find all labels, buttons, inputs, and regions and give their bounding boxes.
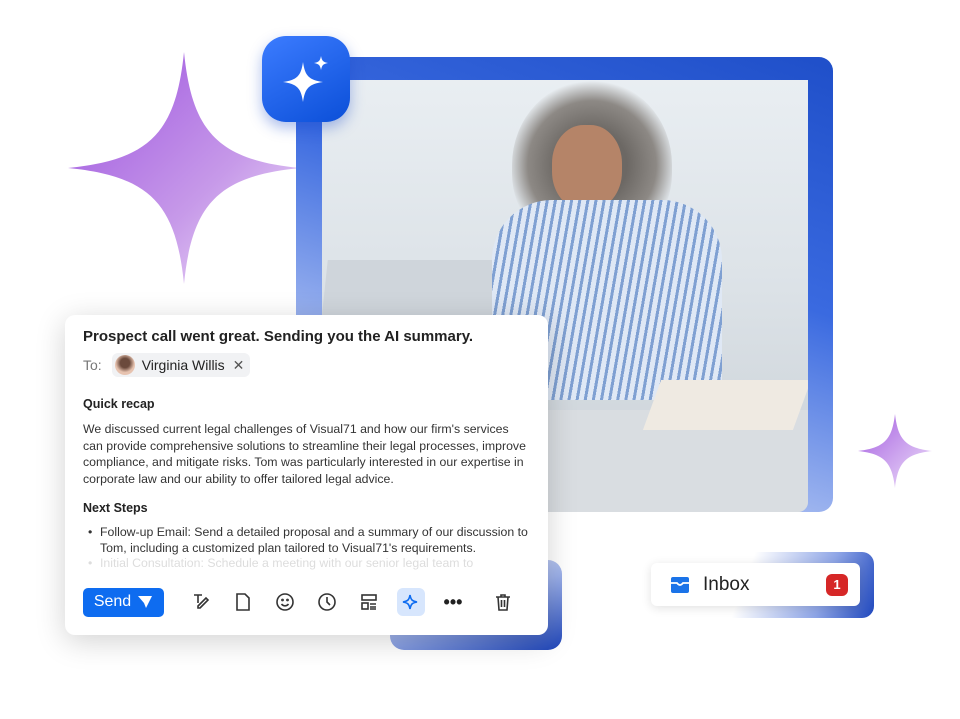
- close-icon[interactable]: ✕: [233, 357, 245, 374]
- section-title-next-steps: Next Steps: [83, 501, 148, 516]
- sparkle-small-icon: [858, 414, 932, 488]
- list-item: Follow-up Email: Send a detailed proposa…: [83, 525, 530, 556]
- section-title-recap: Quick recap: [83, 397, 155, 411]
- recap-body: We discussed current legal challenges of…: [83, 422, 526, 486]
- trash-icon[interactable]: [489, 588, 517, 616]
- next-steps-list: Follow-up Email: Send a detailed proposa…: [83, 525, 530, 572]
- sparkle-icon: [283, 56, 328, 102]
- to-label: To:: [83, 357, 102, 373]
- inbox-label: Inbox: [703, 573, 750, 595]
- send-icon: [138, 596, 153, 608]
- template-icon[interactable]: [355, 588, 383, 616]
- unread-badge: 1: [826, 573, 848, 596]
- format-pen-icon[interactable]: [187, 588, 215, 616]
- send-button[interactable]: Send: [83, 587, 164, 617]
- inbox-item[interactable]: Inbox 1: [651, 563, 860, 606]
- ai-sparkle-icon[interactable]: [397, 588, 425, 616]
- email-compose-card: Prospect call went great. Sending you th…: [65, 315, 548, 635]
- compose-toolbar: Send •••: [83, 587, 530, 617]
- clock-icon[interactable]: [313, 588, 341, 616]
- more-icon[interactable]: •••: [439, 588, 467, 616]
- email-subject: Prospect call went great. Sending you th…: [83, 328, 474, 345]
- recipient-name: Virginia Willis: [141, 357, 225, 373]
- list-item: Initial Consultation: Schedule a meeting…: [83, 556, 530, 572]
- recipient-row: To: Virginia Willis ✕: [83, 353, 530, 377]
- recipient-chip[interactable]: Virginia Willis ✕: [111, 353, 251, 377]
- inbox-tray-icon: [671, 576, 689, 593]
- send-label: Send: [93, 593, 132, 610]
- emoji-icon[interactable]: [271, 588, 299, 616]
- avatar: [114, 355, 135, 375]
- ai-app-icon: [262, 36, 350, 122]
- file-icon[interactable]: [229, 588, 257, 616]
